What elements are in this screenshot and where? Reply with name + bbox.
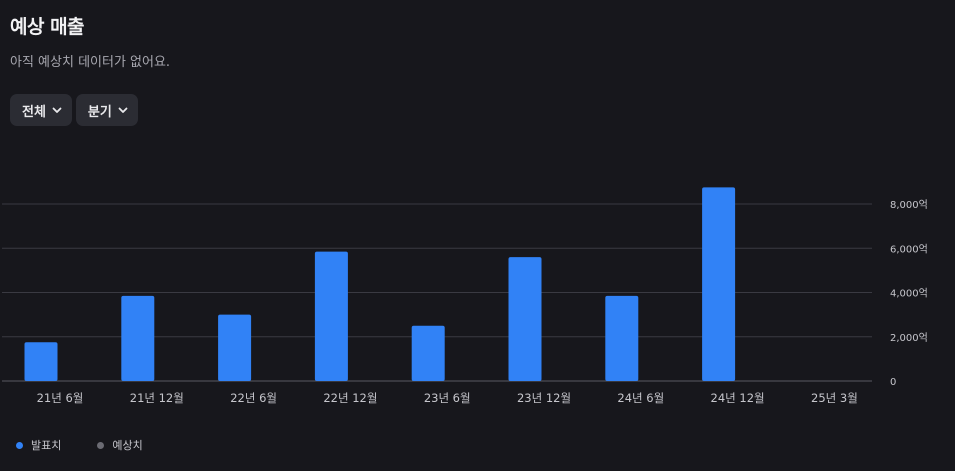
legend-label-forecast: 예상치 xyxy=(112,439,143,452)
bar xyxy=(121,295,155,381)
period-range-dropdown[interactable]: 전체 xyxy=(10,94,72,126)
x-tick-label: 24년 6월 xyxy=(617,391,664,405)
x-tick-label: 21년 6월 xyxy=(37,391,84,405)
bar xyxy=(702,187,736,381)
legend-label-actual: 발표치 xyxy=(31,439,62,452)
period-unit-label: 분기 xyxy=(87,104,112,120)
page-subtitle: 아직 예상치 데이터가 없어요. xyxy=(10,55,171,70)
x-tick-label: 22년 6월 xyxy=(230,391,277,405)
chart-legend: 발표치 예상치 xyxy=(16,437,143,453)
legend-item-forecast: 예상치 xyxy=(97,437,143,453)
x-tick-label: 23년 12월 xyxy=(517,391,571,405)
y-tick-label: 0 xyxy=(890,377,896,388)
bar xyxy=(508,257,542,381)
period-range-label: 전체 xyxy=(22,104,46,120)
x-tick-label: 25년 3월 xyxy=(811,391,858,405)
bar xyxy=(605,295,639,381)
bar xyxy=(24,342,58,381)
bar xyxy=(314,251,348,381)
bar xyxy=(411,325,445,381)
y-tick-label: 6,000억 xyxy=(890,243,928,255)
x-tick-label: 24년 12월 xyxy=(711,391,765,405)
y-tick-label: 8,000억 xyxy=(890,199,928,211)
bar xyxy=(218,314,252,381)
x-tick-label: 22년 12월 xyxy=(323,391,377,405)
chevron-down-icon xyxy=(118,107,128,113)
legend-dot-actual xyxy=(16,441,23,449)
x-tick-label: 23년 6월 xyxy=(424,391,471,405)
y-tick-label: 4,000억 xyxy=(890,288,928,300)
filter-bar: 전체 분기 xyxy=(10,94,138,126)
page-title: 예상 매출 xyxy=(10,16,85,38)
period-unit-dropdown[interactable]: 분기 xyxy=(75,94,138,126)
legend-dot-forecast xyxy=(97,441,105,449)
revenue-bar-chart: 0 2,000억 4,000억 6,000억 8,000억 21년 6월 21년 12월 22… xyxy=(2,187,928,405)
legend-item-actual: 발표치 xyxy=(16,437,61,453)
y-tick-label: 2,000억 xyxy=(890,332,928,344)
chevron-down-icon xyxy=(52,107,62,113)
x-tick-label: 21년 12월 xyxy=(130,391,184,405)
